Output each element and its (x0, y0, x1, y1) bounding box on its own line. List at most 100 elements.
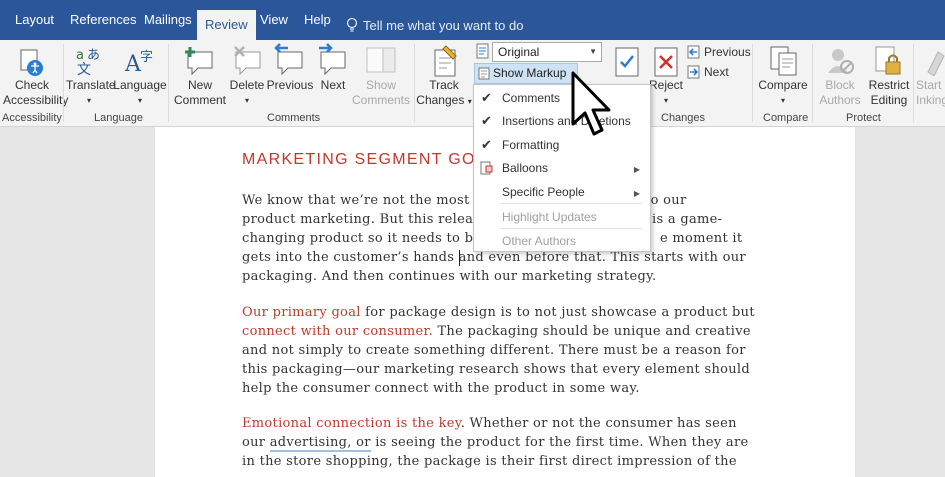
chevron-down-icon: ▼ (589, 47, 597, 56)
menu-item-comments[interactable]: Comments (502, 91, 560, 105)
text-line: our advertising, or is seeing the produc… (242, 435, 749, 452)
group-separator (63, 44, 64, 122)
tab-view[interactable]: View (260, 11, 288, 29)
highlight-text: Emotional connection is the key (242, 416, 461, 431)
show-comments-button[interactable]: Show Comments (350, 78, 412, 108)
text-line: and not simply to create something diffe… (242, 343, 746, 358)
text-line: Emotional connection is the key. Whether… (242, 416, 737, 431)
tab-review[interactable]: Review (197, 10, 256, 40)
track-changes-label-1: Track (429, 78, 459, 92)
text-line: packaging. And then continues with our m… (242, 269, 657, 284)
show-markup-label: Show Markup (493, 66, 567, 80)
track-changes-label-2-wrap: Changes ▾ (415, 93, 473, 109)
text-line: in the store shopping, the package is th… (242, 454, 737, 469)
reject-label: Reject (648, 78, 683, 92)
restrict-editing-label-1: Restrict (868, 78, 910, 92)
next-change-icon (687, 65, 700, 79)
delete-comment-button[interactable]: Delete ▾ (227, 78, 267, 108)
menu-item-highlight-updates[interactable]: Highlight Updates (502, 210, 597, 224)
block-authors-icon (828, 49, 854, 74)
language-icon: A 字 (124, 50, 153, 77)
delete-label: Delete (229, 78, 265, 92)
text-line: is a game- (652, 212, 723, 227)
compare-button[interactable]: Compare ▾ (756, 78, 810, 108)
svg-text:文: 文 (77, 62, 91, 77)
reject-button[interactable]: Reject ▾ (648, 78, 684, 108)
dropdown-arrow-icon: ▾ (663, 96, 668, 105)
menu-item-specific-people[interactable]: Specific People (502, 185, 585, 199)
start-inking-label-1: Start (916, 78, 942, 92)
previous-change-button[interactable]: Previous (704, 45, 751, 60)
accept-icon (615, 47, 639, 77)
highlight-text: connect with our consumer. (242, 324, 434, 339)
show-markup-button[interactable]: Show Markup (474, 63, 578, 84)
display-for-review-dropdown[interactable]: Original ▼ (492, 42, 602, 62)
next-label: Next (320, 78, 346, 92)
translate-label: Translate (66, 78, 116, 92)
group-label-changes: Changes (661, 112, 706, 124)
restrict-editing-button[interactable]: Restrict Editing (866, 78, 912, 108)
body-text: is seeing the product for the first time… (370, 435, 749, 450)
previous-label: Previous (266, 78, 314, 92)
tab-mailings[interactable]: Mailings (144, 11, 192, 29)
tab-help[interactable]: Help (304, 11, 331, 29)
submenu-arrow-icon: ▶ (633, 165, 640, 174)
start-inking-button[interactable]: Start Inking (916, 78, 945, 108)
group-label-language: Language (94, 112, 143, 124)
group-separator (168, 44, 169, 122)
delete-comment-icon (234, 46, 261, 76)
tab-references[interactable]: References (70, 11, 136, 29)
group-label-comments: Comments (267, 112, 321, 124)
tab-layout[interactable]: Layout (15, 11, 54, 29)
dropdown-arrow-icon: ▾ (780, 96, 785, 105)
text-line: connect with our consumer. The packaging… (242, 324, 751, 339)
dropdown-arrow-icon: ▾ (137, 96, 142, 105)
language-button[interactable]: Language ▾ (113, 78, 167, 108)
menu-item-formatting[interactable]: Formatting (502, 138, 559, 152)
new-comment-label-2: Comment (173, 93, 226, 107)
submenu-arrow-icon: ▶ (633, 189, 640, 198)
svg-text:a: a (76, 48, 84, 63)
restrict-editing-label-2: Editing (870, 93, 908, 107)
check-accessibility-label-2: Accessibility (3, 93, 69, 107)
mouse-pointer-icon (571, 71, 611, 136)
text-line: e moment it (660, 231, 743, 246)
checkmark-icon: ✔ (481, 113, 492, 128)
block-authors-label-1: Block (825, 78, 855, 92)
start-inking-icon (927, 51, 945, 76)
menu-item-balloons[interactable]: Balloons (502, 161, 548, 175)
document-title: MARKETING SEGMENT GOAL (242, 151, 498, 168)
block-authors-button[interactable]: Block Authors (813, 78, 867, 108)
tell-me-text: Tell me what you want to do (363, 18, 524, 33)
dropdown-arrow-icon: ▾ (467, 97, 472, 106)
text-line: Our primary goal for package design is t… (242, 305, 755, 320)
track-changes-label-2: Changes (416, 93, 465, 107)
new-comment-button[interactable]: New Comment (172, 78, 228, 108)
previous-change-icon (687, 45, 700, 59)
group-label-compare: Compare (763, 112, 809, 124)
translate-icon: a あ 文 (76, 48, 100, 77)
checkmark-icon: ✔ (481, 90, 492, 105)
start-inking-label-2: Inking (916, 93, 945, 107)
next-change-button[interactable]: Next (704, 65, 729, 80)
text-line: help the consumer connect with the produ… (242, 381, 640, 396)
next-comment-button[interactable]: Next (316, 78, 350, 93)
show-markup-menu: ✔ Comments ✔ Insertions and Deletions ✔ … (473, 84, 651, 252)
lightbulb-icon (346, 17, 358, 32)
compare-label: Compare (758, 78, 808, 92)
body-text: The packaging should be unique and creat… (433, 324, 751, 339)
menu-separator (500, 203, 642, 204)
previous-comment-button[interactable]: Previous (266, 78, 314, 93)
track-changes-icon (434, 45, 457, 77)
menu-item-other-authors[interactable]: Other Authors (502, 234, 576, 248)
block-authors-label-2: Authors (819, 93, 861, 107)
group-separator (913, 44, 914, 122)
track-changes-button[interactable]: Track Changes ▾ (415, 78, 473, 109)
check-accessibility-label-1: Check (14, 78, 49, 92)
body-text: . Whether or not the consumer has seen (460, 416, 737, 431)
text-line: product marketing. But this relea (242, 212, 474, 227)
translate-button[interactable]: Translate ▾ (66, 78, 116, 108)
check-accessibility-button[interactable]: Check Accessibility (3, 78, 69, 108)
grammar-flagged-text[interactable]: advertising, or (269, 435, 371, 452)
show-comments-icon (366, 47, 396, 73)
